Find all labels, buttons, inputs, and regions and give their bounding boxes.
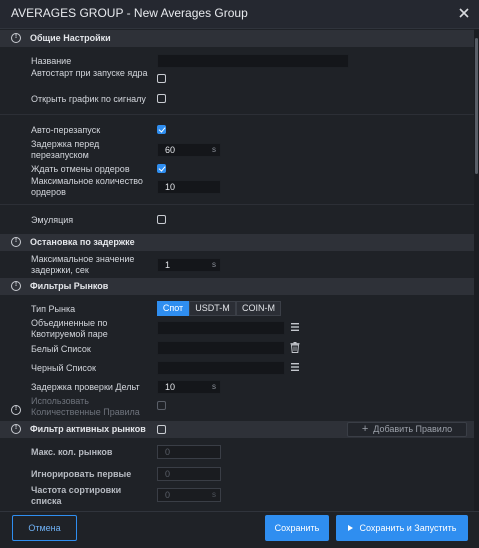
wait-cancel-checkbox[interactable]: [157, 164, 166, 173]
ignore-first-input[interactable]: 0: [157, 467, 221, 481]
blacklist-input[interactable]: [157, 361, 285, 375]
info-icon: [11, 237, 21, 247]
save-and-run-label: Сохранить и Запустить: [359, 523, 457, 533]
restart-delay-label: Задержка перед перезапуском: [31, 139, 100, 160]
market-type-label: Тип Рынка: [31, 304, 76, 314]
list-icon[interactable]: [290, 322, 300, 333]
info-icon: [11, 281, 21, 291]
play-icon: [347, 525, 353, 531]
autostart-checkbox[interactable]: [157, 74, 166, 83]
quantity-rules-checkbox[interactable]: [157, 401, 166, 410]
list-icon[interactable]: [290, 362, 300, 373]
active-markets-checkbox[interactable]: [157, 425, 166, 434]
whitelist-input[interactable]: [157, 341, 285, 355]
dialog-title: AVERAGES GROUP - New Averages Group: [11, 6, 248, 20]
max-delay-label: Максимальное значение задержки, сек: [31, 254, 135, 275]
restart-delay-input[interactable]: 60 s: [157, 143, 221, 157]
plus-icon: +: [361, 423, 369, 435]
open-chart-label: Открыть график по сигналу: [31, 94, 146, 104]
market-type-usdt-m[interactable]: USDT-M: [189, 301, 236, 316]
group-emulation: Эмуляция: [0, 205, 474, 233]
dialog-footer: Отмена Сохранить Сохранить и Запустить: [0, 511, 479, 548]
max-orders-label: Максимальное количество ордеров: [31, 176, 143, 197]
emulation-checkbox[interactable]: [157, 215, 166, 224]
section-title-market-filters: Фильтры Рынков: [30, 281, 109, 291]
add-rule-button[interactable]: + Добавить Правило: [347, 422, 467, 437]
sort-freq-input[interactable]: 0s: [157, 488, 221, 502]
name-label: Название: [31, 56, 72, 66]
sort-freq-label: Частота сортировки списка: [31, 485, 122, 506]
cancel-button[interactable]: Отмена: [12, 515, 77, 541]
group-market-filters: Тип Рынка Спот USDT-M COIN-M Объединенны…: [0, 295, 474, 421]
section-title-delay-stop: Остановка по задержке: [30, 237, 135, 247]
section-title-general: Общие Настройки: [30, 33, 111, 43]
section-title-active-markets: Фильтр активных рынков: [30, 424, 146, 434]
group-delay-stop: Максимальное значение задержки, сек 1s: [0, 251, 474, 278]
max-delay-input[interactable]: 1s: [157, 258, 221, 272]
info-icon: [11, 424, 21, 434]
save-and-run-button[interactable]: Сохранить и Запустить: [336, 515, 468, 541]
group-basic: Название Автостарт при запуске ядра Откр…: [0, 47, 474, 113]
auto-restart-label: Авто-перезапуск: [31, 125, 101, 135]
section-header-general: Общие Настройки: [0, 30, 474, 47]
autostart-label: Автостарт при запуске ядра: [31, 68, 148, 78]
section-header-market-filters: Фильтры Рынков: [0, 278, 474, 295]
add-rule-label: Добавить Правило: [373, 424, 453, 434]
section-header-delay-stop: Остановка по задержке: [0, 234, 474, 251]
group-active-markets: Макс. кол. рынков 0 Игнорировать первые …: [0, 438, 474, 511]
name-input[interactable]: [157, 54, 349, 68]
emulation-label: Эмуляция: [31, 215, 74, 225]
market-type-spot[interactable]: Спот: [157, 301, 189, 316]
market-type-coin-m[interactable]: COIN-M: [236, 301, 281, 316]
quantity-rules-label: Использовать Количественные Правила: [31, 396, 140, 417]
delta-delay-input[interactable]: 10 s: [157, 380, 221, 394]
max-markets-label: Макс. кол. рынков: [31, 447, 113, 457]
delta-delay-label: Задержка проверки Дельт: [31, 382, 140, 392]
ignore-first-label: Игнорировать первые: [31, 469, 132, 479]
dialog-titlebar: AVERAGES GROUP - New Averages Group: [0, 0, 479, 29]
info-icon: [11, 405, 21, 415]
info-icon: [11, 33, 21, 43]
max-orders-input[interactable]: 10: [157, 180, 221, 194]
trash-icon[interactable]: [290, 342, 300, 353]
dialog-content[interactable]: Общие Настройки Название Автостарт при з…: [0, 29, 474, 511]
combined-input[interactable]: [157, 321, 285, 335]
save-button[interactable]: Сохранить: [265, 515, 329, 541]
wait-cancel-label: Ждать отмены ордеров: [31, 164, 130, 174]
open-chart-checkbox[interactable]: [157, 94, 166, 103]
combined-label: Объединенные по Квотируемой паре: [31, 318, 108, 339]
group-restart: Авто-перезапуск Задержка перед перезапус…: [0, 115, 474, 204]
auto-restart-checkbox[interactable]: [157, 125, 166, 134]
max-markets-input[interactable]: 0: [157, 445, 221, 459]
whitelist-label: Белый Список: [31, 344, 91, 354]
scrollbar-thumb[interactable]: [475, 38, 478, 174]
blacklist-label: Черный Список: [31, 363, 96, 373]
close-icon[interactable]: [458, 7, 470, 19]
